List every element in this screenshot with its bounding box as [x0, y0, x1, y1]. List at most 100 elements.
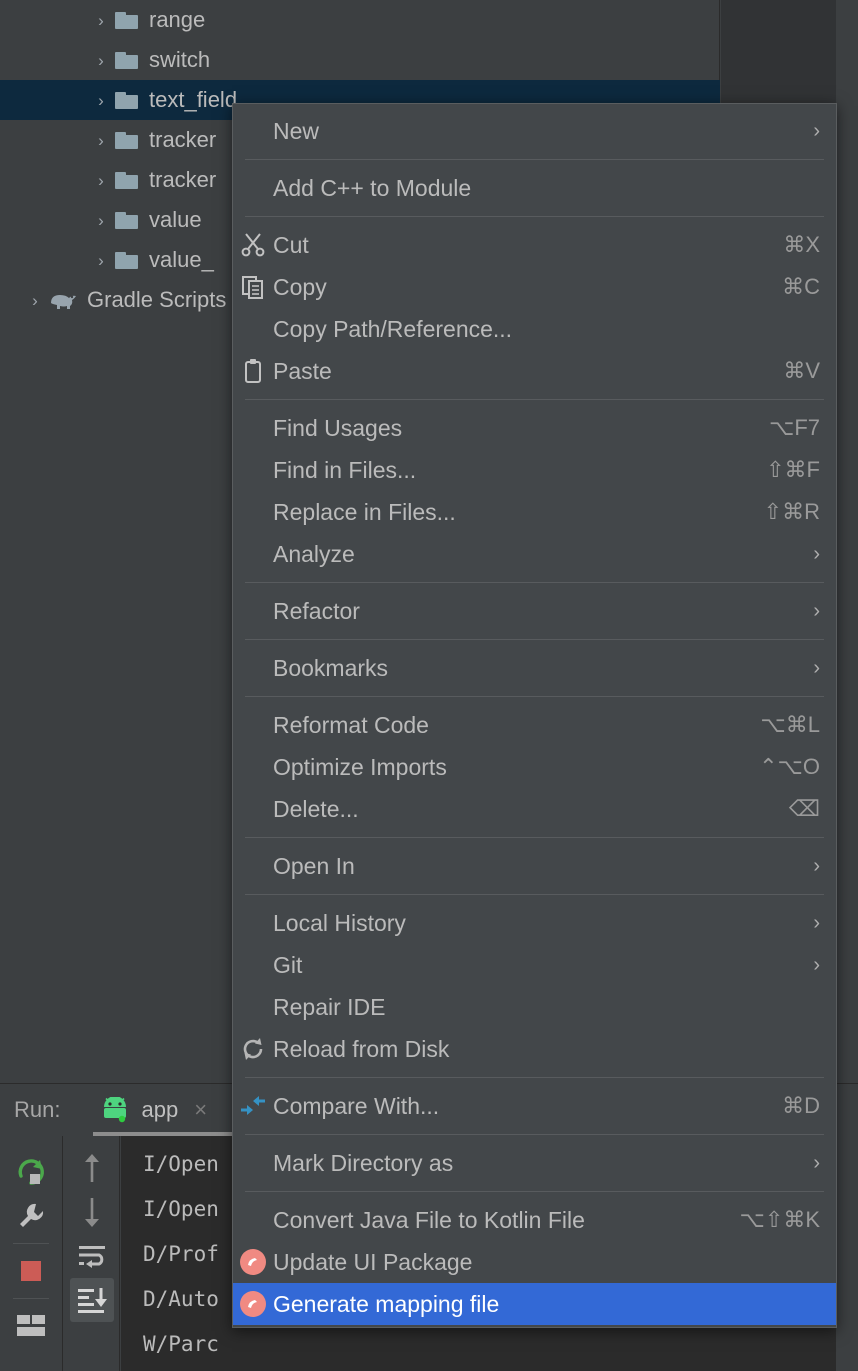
menu-item-copy[interactable]: Copy ⌘C — [233, 266, 836, 308]
chevron-right-icon[interactable]: › — [88, 12, 114, 29]
chevron-right-icon[interactable]: › — [88, 252, 114, 269]
toolbar-divider — [13, 1298, 49, 1299]
menu-item-label: Convert Java File to Kotlin File — [273, 1206, 585, 1233]
menu-item-label: Find in Files... — [273, 456, 417, 483]
menu-item-label: Git — [273, 951, 303, 978]
chevron-right-icon[interactable]: › — [88, 172, 114, 189]
chevron-right-icon: › — [813, 912, 820, 934]
menu-item-find-usages[interactable]: Find Usages ⌥F7 — [233, 407, 836, 449]
menu-item-copy-path-reference[interactable]: Copy Path/Reference... — [233, 308, 836, 350]
menu-separator — [245, 1134, 824, 1135]
menu-item-reformat-code[interactable]: Reformat Code ⌥⌘L — [233, 704, 836, 746]
menu-item-new[interactable]: New › — [233, 110, 836, 152]
chevron-right-icon[interactable]: › — [88, 92, 114, 109]
menu-item-optimize-imports[interactable]: Optimize Imports ⌃⌥O — [233, 746, 836, 788]
menu-item-update-ui-package[interactable]: Update UI Package — [233, 1241, 836, 1283]
run-toolbar-secondary — [64, 1136, 120, 1371]
chevron-right-icon: › — [813, 954, 820, 976]
scroll-to-end-icon[interactable] — [69, 1278, 114, 1322]
menu-item-label: Copy — [273, 273, 327, 300]
menu-item-label: Reload from Disk — [273, 1035, 450, 1062]
menu-item-label: Reformat Code — [273, 711, 429, 738]
wrench-icon[interactable] — [9, 1194, 53, 1238]
arrow-down-icon[interactable] — [70, 1190, 114, 1234]
compare-icon — [233, 1093, 273, 1119]
menu-item-shortcut: ⇧⌘F — [766, 457, 820, 482]
menu-item-label: Compare With... — [273, 1092, 440, 1119]
menu-separator — [245, 582, 824, 583]
ide-window: › range › switch › text_field › tracker › tracker… — [0, 0, 858, 1371]
menu-item-label: Optimize Imports — [273, 753, 447, 780]
context-menu[interactable]: New › Add C++ to Module Cut ⌘X Copy ⌘C Copy Pat… — [232, 103, 837, 1328]
menu-item-add-c-to-module[interactable]: Add C++ to Module — [233, 167, 836, 209]
console-scrollbar[interactable] — [849, 1136, 858, 1371]
chevron-right-icon: › — [813, 120, 820, 142]
menu-item-repair-ide[interactable]: Repair IDE — [233, 986, 836, 1028]
scissors-icon — [233, 232, 273, 258]
menu-item-label: Analyze — [273, 540, 355, 567]
menu-item-shortcut: ⌥F7 — [768, 415, 820, 440]
reload-icon — [233, 1036, 273, 1062]
run-window-title: Run: — [14, 1097, 61, 1122]
menu-separator — [245, 216, 824, 217]
menu-item-mark-directory-as[interactable]: Mark Directory as › — [233, 1142, 836, 1184]
menu-item-cut[interactable]: Cut ⌘X — [233, 224, 836, 266]
chevron-right-icon[interactable]: › — [22, 292, 48, 309]
folder-icon — [114, 10, 140, 30]
tree-item-label: tracker — [149, 167, 217, 192]
menu-separator — [245, 639, 824, 640]
tree-item-switch[interactable]: › switch — [0, 40, 720, 80]
menu-item-generate-mapping-file[interactable]: Generate mapping file — [233, 1283, 836, 1325]
chevron-right-icon: › — [813, 600, 820, 622]
menu-item-shortcut: ⌘X — [783, 232, 820, 257]
menu-item-replace-in-files[interactable]: Replace in Files... ⇧⌘R — [233, 491, 836, 533]
menu-item-label: Replace in Files... — [273, 498, 456, 525]
tree-item-label: Gradle Scripts — [87, 287, 227, 312]
tree-item-label: value_ — [149, 247, 214, 272]
menu-item-refactor[interactable]: Refactor › — [233, 590, 836, 632]
menu-item-bookmarks[interactable]: Bookmarks › — [233, 647, 836, 689]
menu-item-label: Update UI Package — [273, 1248, 473, 1275]
menu-item-shortcut: ⌘D — [782, 1093, 820, 1118]
menu-item-open-in[interactable]: Open In › — [233, 845, 836, 887]
menu-item-shortcut: ⇧⌘R — [763, 499, 820, 524]
tree-item-range[interactable]: › range — [0, 0, 720, 40]
rerun-button[interactable] — [9, 1150, 53, 1194]
menu-separator — [245, 159, 824, 160]
folder-icon — [114, 250, 140, 270]
chevron-right-icon[interactable]: › — [88, 132, 114, 149]
folder-icon — [114, 130, 140, 150]
menu-item-label: Cut — [273, 231, 309, 258]
menu-item-compare-with[interactable]: Compare With... ⌘D — [233, 1085, 836, 1127]
arrow-up-icon[interactable] — [70, 1146, 114, 1190]
menu-item-local-history[interactable]: Local History › — [233, 902, 836, 944]
menu-item-analyze[interactable]: Analyze › — [233, 533, 836, 575]
folder-icon — [114, 210, 140, 230]
chevron-right-icon[interactable]: › — [88, 52, 114, 69]
menu-item-shortcut: ⌃⌥O — [759, 754, 820, 779]
menu-item-label: Add C++ to Module — [273, 174, 472, 201]
folder-icon — [114, 50, 140, 70]
tree-item-label: range — [149, 7, 206, 32]
stop-button[interactable] — [9, 1249, 53, 1293]
close-icon[interactable]: × — [194, 1099, 207, 1121]
menu-item-reload-from-disk[interactable]: Reload from Disk — [233, 1028, 836, 1070]
run-tab-label[interactable]: app — [141, 1097, 178, 1123]
plugin-badge-icon — [233, 1249, 273, 1275]
chevron-right-icon[interactable]: › — [88, 212, 114, 229]
chevron-right-icon: › — [813, 1152, 820, 1174]
menu-item-find-in-files[interactable]: Find in Files... ⇧⌘F — [233, 449, 836, 491]
menu-item-label: Mark Directory as — [273, 1149, 454, 1176]
menu-item-label: Paste — [273, 357, 332, 384]
menu-item-label: Refactor — [273, 597, 360, 624]
menu-item-convert-java-file-to-kotlin-file[interactable]: Convert Java File to Kotlin File ⌥⇧⌘K — [233, 1199, 836, 1241]
soft-wrap-icon[interactable] — [70, 1234, 114, 1278]
menu-item-delete[interactable]: Delete... ⌫ — [233, 788, 836, 830]
android-robot-icon — [98, 1097, 132, 1123]
layout-button[interactable] — [9, 1304, 53, 1348]
menu-item-git[interactable]: Git › — [233, 944, 836, 986]
menu-item-paste[interactable]: Paste ⌘V — [233, 350, 836, 392]
menu-item-shortcut: ⌘V — [783, 358, 820, 383]
menu-separator — [245, 837, 824, 838]
menu-item-shortcut: ⌘C — [782, 274, 820, 299]
